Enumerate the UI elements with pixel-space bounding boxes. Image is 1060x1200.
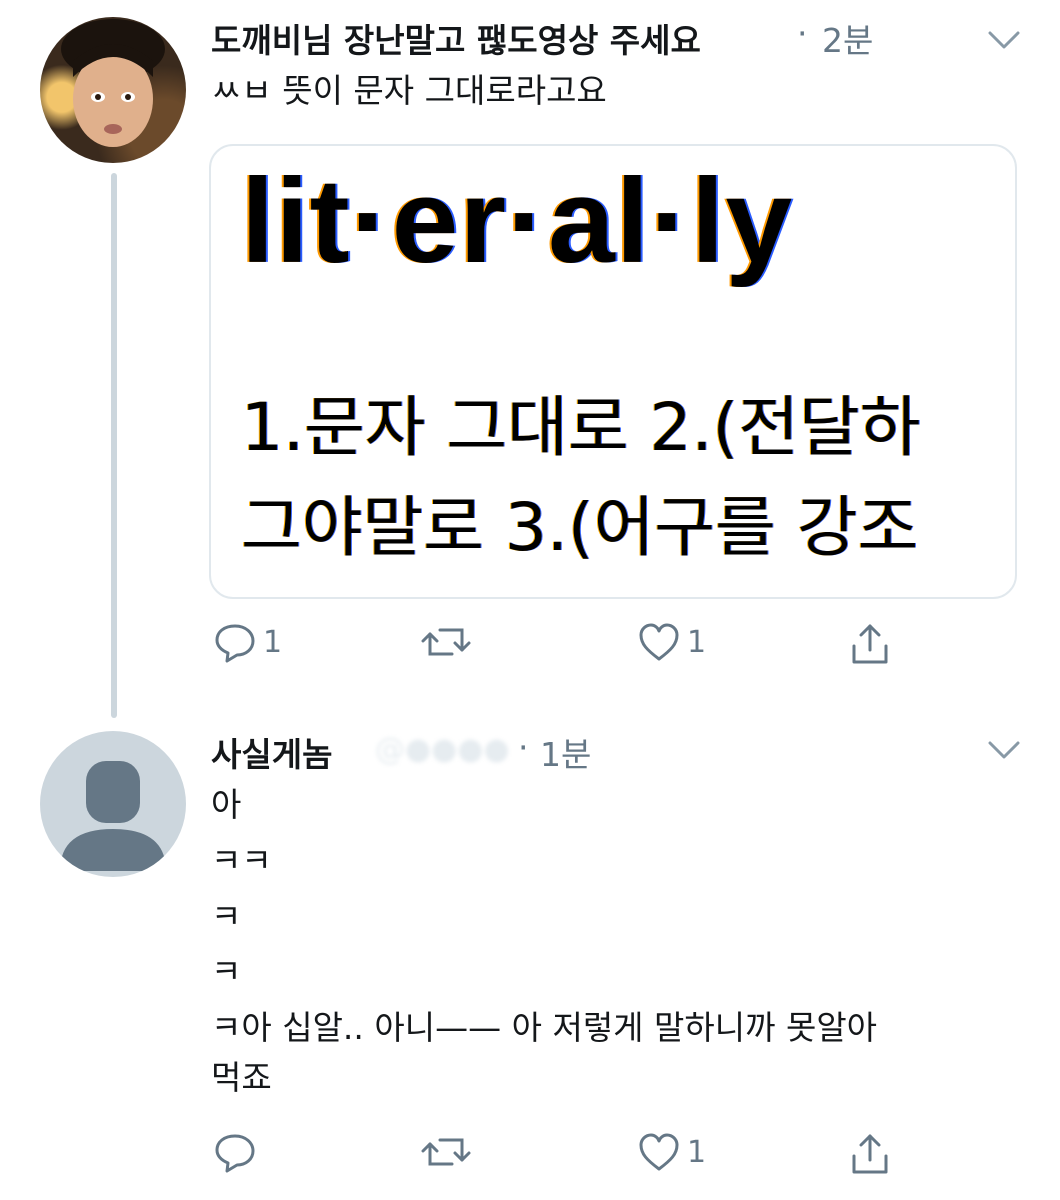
chevron-down-icon[interactable]: [982, 18, 1026, 62]
timestamp[interactable]: 1분: [540, 728, 591, 776]
reply-count: 1: [263, 624, 283, 660]
card-definition-line: 그야말로 3.(어구를 강조: [241, 489, 919, 566]
tweet-text-line: ㅋㅋ: [211, 841, 272, 880]
heart-icon: [639, 1133, 679, 1171]
display-name[interactable]: 사실게놈: [211, 728, 332, 776]
tweet-text-line: 아: [211, 785, 242, 824]
card-headword: lit·er·al·ly: [241, 154, 794, 288]
reply-button[interactable]: [213, 1130, 263, 1174]
avatar-photo: [61, 19, 165, 147]
share-button[interactable]: [848, 622, 892, 666]
like-count: 1: [687, 624, 707, 660]
tweet-text-line: ㅋ아 십알.. 아니—— 아 저렇게 말하니까 못알아: [211, 1008, 878, 1047]
retweet-button[interactable]: [420, 620, 478, 664]
retweet-button[interactable]: [420, 1130, 478, 1174]
card-definition-line: 1.문자 그대로 2.(전달하: [241, 389, 921, 466]
handle-redacted[interactable]: @●●●●: [375, 732, 510, 767]
retweet-icon: [421, 1138, 471, 1166]
avatar[interactable]: [40, 731, 186, 877]
meta-separator: ·: [518, 728, 529, 767]
default-avatar-icon: [60, 761, 166, 871]
reply-button[interactable]: 1: [213, 620, 282, 664]
thread-connector-line: [111, 173, 117, 718]
display-name[interactable]: 도깨비님 장난말고 팮도영상 주세요: [211, 14, 701, 62]
like-count: 1: [687, 1134, 707, 1170]
timestamp[interactable]: 2분: [822, 14, 873, 62]
media-card[interactable]: lit·er·al·ly 1.문자 그대로 2.(전달하 그야말로 3.(어구를…: [209, 144, 1017, 599]
tweet-text-line: ㅆㅂ 뜻이 문자 그대로라고요: [211, 71, 607, 110]
heart-icon: [639, 623, 679, 661]
avatar[interactable]: [40, 17, 186, 163]
retweet-icon: [421, 628, 471, 656]
chevron-down-icon[interactable]: [982, 728, 1026, 772]
reply-icon: [215, 624, 255, 663]
tweet-text-line: ㅋ: [211, 952, 242, 991]
meta-separator: ·: [797, 14, 808, 53]
tweet-text-line: 먹죠: [211, 1058, 272, 1097]
like-button[interactable]: 1: [637, 1130, 706, 1174]
share-icon: [852, 1134, 888, 1174]
share-button[interactable]: [848, 1132, 892, 1176]
reply-icon: [215, 1134, 255, 1173]
like-button[interactable]: 1: [637, 620, 706, 664]
tweet-text-line: ㅋ: [211, 897, 242, 936]
share-icon: [852, 624, 888, 664]
